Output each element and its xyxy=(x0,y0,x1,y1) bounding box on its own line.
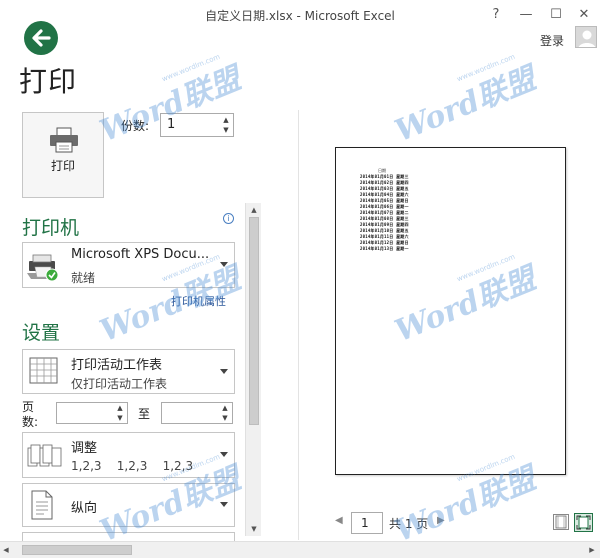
page-to-up-icon[interactable]: ▲ xyxy=(220,403,230,413)
settings-section-title: 设置 xyxy=(22,322,61,344)
worksheet-icon xyxy=(29,357,58,384)
pages-label: 页数: xyxy=(22,400,39,429)
print-button-label: 打印 xyxy=(50,159,75,173)
chevron-down-icon xyxy=(220,452,228,457)
close-button[interactable]: ✕ xyxy=(572,4,596,26)
printer-section-title: 打印机 xyxy=(22,217,80,239)
maximize-button[interactable]: ☐ xyxy=(544,4,568,26)
chevron-down-icon xyxy=(220,368,228,374)
help-button[interactable]: ? xyxy=(484,4,508,26)
watermark-url: www.wordlm.com xyxy=(455,52,517,84)
page-from-stepper[interactable]: ▲ ▼ xyxy=(56,402,128,424)
show-margins-button[interactable] xyxy=(553,514,569,530)
page-from-up-icon[interactable]: ▲ xyxy=(115,403,125,413)
collate-dropdown[interactable]: 调整 1,2,3 1,2,3 1,2,3 xyxy=(22,432,235,478)
printer-ready-icon xyxy=(27,254,59,282)
copies-label: 份数: xyxy=(121,119,150,133)
printer-properties-link[interactable]: 打印机属性 xyxy=(171,293,226,309)
preview-line: 2014年01月13日 星期一 xyxy=(360,246,409,251)
print-what-dropdown[interactable]: 打印活动工作表 仅打印活动工作表 xyxy=(22,349,235,394)
page-from-down-icon[interactable]: ▼ xyxy=(115,413,125,423)
window-title: 自定义日期.xlsx - Microsoft Excel xyxy=(205,9,395,23)
current-page-input[interactable]: 1 xyxy=(351,512,383,534)
zoom-to-page-button[interactable] xyxy=(574,513,593,532)
chevron-down-icon xyxy=(220,502,228,507)
page-to-down-icon[interactable]: ▼ xyxy=(220,413,230,423)
scroll-left-icon[interactable]: ◀ xyxy=(0,544,12,556)
collate-icon xyxy=(27,444,62,467)
print-preview-page: 日期 2014年01月01日 星期三 2014年01月02日 星期四 2014年… xyxy=(335,147,566,475)
previous-page-icon[interactable]: ◀ xyxy=(335,515,343,526)
zoom-page-icon xyxy=(576,515,591,530)
settings-scroll-thumb[interactable] xyxy=(249,217,259,425)
copies-stepper[interactable]: 1 ▲ ▼ xyxy=(160,113,234,137)
user-avatar-icon[interactable] xyxy=(575,26,597,48)
printer-dropdown[interactable]: Microsoft XPS Docu... 就绪 xyxy=(22,242,235,288)
collate-sub: 1,2,3 1,2,3 1,2,3 xyxy=(71,459,194,473)
scroll-down-icon[interactable]: ▼ xyxy=(246,523,262,535)
page-to-stepper[interactable]: ▲ ▼ xyxy=(161,402,233,424)
print-what-sub: 仅打印活动工作表 xyxy=(71,377,168,391)
scroll-up-icon[interactable]: ▲ xyxy=(246,204,262,216)
margins-icon xyxy=(555,515,567,529)
print-what-main: 打印活动工作表 xyxy=(71,358,163,373)
horizontal-scrollbar[interactable]: ◀ ▶ xyxy=(0,541,600,558)
page-title: 打印 xyxy=(19,65,78,98)
login-link[interactable]: 登录 xyxy=(540,32,564,49)
info-icon[interactable]: i xyxy=(223,213,234,224)
settings-scrollbar[interactable]: ▲ ▼ xyxy=(245,203,261,536)
collate-main: 调整 xyxy=(71,441,98,456)
page-total: 共 1 页 xyxy=(389,517,429,531)
copies-value: 1 xyxy=(167,117,176,132)
panel-divider xyxy=(298,110,299,540)
portrait-page-icon xyxy=(31,490,53,520)
copies-down-icon[interactable]: ▼ xyxy=(221,125,231,135)
chevron-down-icon xyxy=(220,262,228,267)
horizontal-scroll-thumb[interactable] xyxy=(22,545,132,555)
copies-up-icon[interactable]: ▲ xyxy=(221,115,231,125)
print-button[interactable]: 打印 xyxy=(22,112,104,198)
next-page-icon[interactable]: ▶ xyxy=(437,515,445,526)
watermark: Word联盟 xyxy=(390,61,541,150)
current-page-value: 1 xyxy=(361,516,369,530)
watermark-url: www.wordlm.com xyxy=(160,52,222,84)
to-label: 至 xyxy=(138,407,151,421)
minimize-button[interactable]: — xyxy=(514,4,538,26)
orientation-dropdown[interactable]: 纵向 xyxy=(22,483,235,527)
orientation-main: 纵向 xyxy=(71,501,98,516)
back-button[interactable] xyxy=(24,21,58,55)
printer-icon xyxy=(50,127,78,153)
scroll-right-icon[interactable]: ▶ xyxy=(586,544,598,556)
back-arrow-icon xyxy=(32,29,51,47)
printer-name: Microsoft XPS Docu... xyxy=(71,247,210,262)
printer-status: 就绪 xyxy=(71,271,96,285)
